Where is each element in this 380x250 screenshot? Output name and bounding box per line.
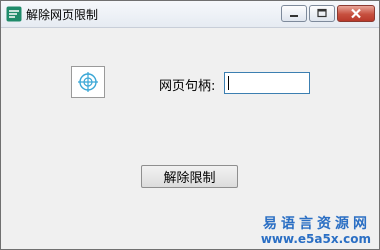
maximize-icon — [317, 8, 327, 18]
unlock-button[interactable]: 解除限制 — [141, 165, 238, 188]
handle-input[interactable] — [224, 72, 310, 94]
minimize-button[interactable] — [281, 5, 307, 22]
crosshair-icon — [78, 72, 98, 92]
caption-buttons — [279, 5, 375, 23]
app-window: 解除网页限制 网页句柄: 解除限制 易语言资源网 www.e5a5x.com — [0, 0, 380, 250]
handle-label: 网页句柄: — [159, 79, 216, 94]
watermark-url: www.e5a5x.com — [260, 232, 371, 246]
app-icon — [6, 6, 22, 22]
maximize-button[interactable] — [309, 5, 335, 22]
text-caret — [228, 76, 229, 90]
close-icon — [351, 8, 361, 19]
minimize-icon — [290, 15, 298, 17]
window-title: 解除网页限制 — [26, 8, 99, 22]
title-bar[interactable]: 解除网页限制 — [1, 1, 379, 28]
watermark-text: 易语言资源网 — [263, 216, 371, 232]
close-button[interactable] — [337, 5, 375, 22]
window-finder[interactable] — [71, 66, 105, 98]
